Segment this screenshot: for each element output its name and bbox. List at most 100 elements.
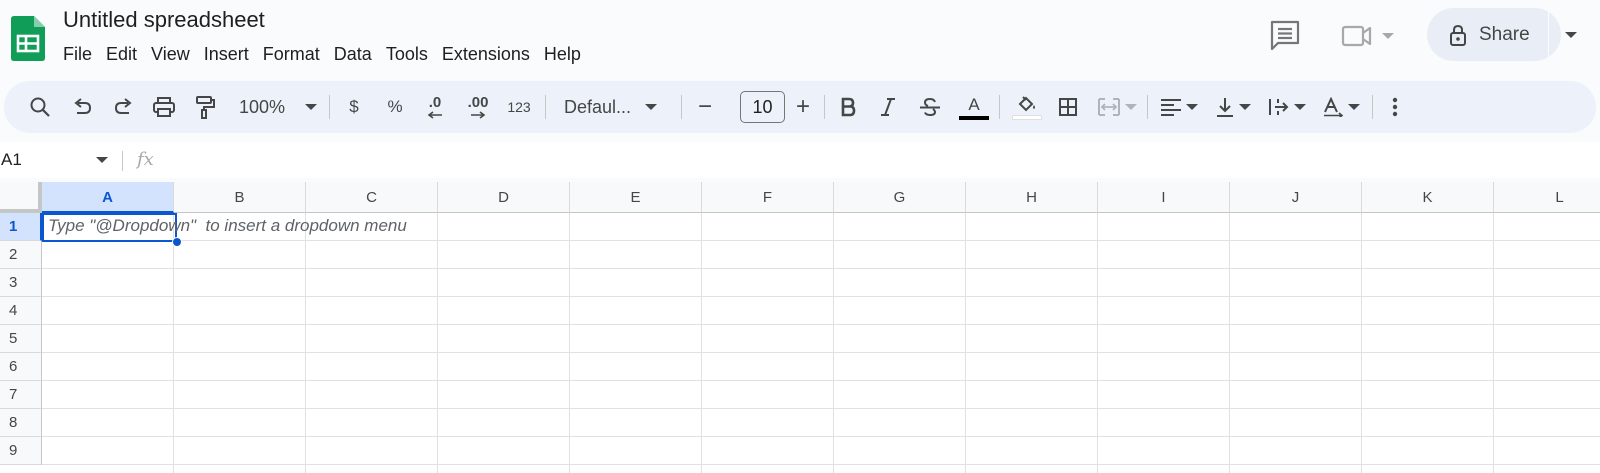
column-gridline <box>1097 213 1098 473</box>
toolbar-divider <box>1147 95 1148 119</box>
comment-icon <box>1270 20 1300 51</box>
print-button[interactable] <box>150 81 178 133</box>
document-title[interactable]: Untitled spreadsheet <box>63 7 265 33</box>
redo-button[interactable] <box>110 81 138 133</box>
row-header-2[interactable]: 2 <box>0 241 42 269</box>
strikethrough-button[interactable] <box>916 81 944 133</box>
comment-history-button[interactable] <box>1268 18 1302 52</box>
column-header-b[interactable]: B <box>174 182 306 213</box>
paint-format-icon <box>196 96 215 119</box>
bold-icon <box>841 97 856 117</box>
merge-cells-button[interactable] <box>1094 81 1140 133</box>
strikethrough-icon <box>920 97 940 117</box>
format-percent-button[interactable]: % <box>382 81 408 133</box>
text-rotation-button[interactable] <box>1318 81 1364 133</box>
menu-insert[interactable]: Insert <box>197 42 256 68</box>
vertical-align-button[interactable] <box>1210 81 1256 133</box>
menu-help[interactable]: Help <box>537 42 588 68</box>
share-button[interactable]: Share <box>1427 8 1577 61</box>
zoom-select[interactable]: 100% <box>232 81 324 133</box>
share-main-button[interactable]: Share <box>1427 8 1549 61</box>
row-header-3[interactable]: 3 <box>0 269 42 297</box>
text-rotation-icon <box>1324 97 1344 117</box>
more-options-button[interactable] <box>1382 81 1408 133</box>
row-gridline <box>42 296 1600 297</box>
text-wrapping-button[interactable] <box>1264 81 1310 133</box>
column-gridline <box>965 213 966 473</box>
column-header-h[interactable]: H <box>966 182 1098 213</box>
chevron-down-icon <box>1125 103 1137 110</box>
more-formats-button[interactable]: 123 <box>504 81 534 133</box>
paint-format-button[interactable] <box>191 81 219 133</box>
row-header-8[interactable]: 8 <box>0 409 42 437</box>
font-family-select[interactable]: Defaul... <box>556 81 668 133</box>
column-header-d[interactable]: D <box>438 182 570 213</box>
align-bottom-icon <box>1217 98 1233 117</box>
row-gridline <box>42 324 1600 325</box>
fill-color-icon <box>1018 95 1035 111</box>
more-formats-label: 123 <box>507 99 531 115</box>
redo-icon <box>114 98 132 114</box>
row-header-5[interactable]: 5 <box>0 325 42 353</box>
column-header-g[interactable]: G <box>834 182 966 213</box>
horizontal-align-button[interactable] <box>1156 81 1202 133</box>
more-vertical-icon <box>1392 97 1398 117</box>
menu-bar: File Edit View Insert Format Data Tools … <box>56 42 588 68</box>
text-wrap-overflow-icon <box>1269 99 1289 115</box>
font-size-input[interactable]: 10 <box>740 91 785 123</box>
increase-decimal-button[interactable]: .00 <box>462 81 494 133</box>
row-header-7[interactable]: 7 <box>0 381 42 409</box>
share-options-button[interactable] <box>1551 8 1591 61</box>
column-header-e[interactable]: E <box>570 182 702 213</box>
row-header-9[interactable]: 9 <box>0 437 42 465</box>
align-left-icon <box>1161 99 1181 116</box>
formula-input[interactable] <box>170 142 1570 178</box>
merge-cells-icon <box>1098 98 1120 116</box>
borders-button[interactable] <box>1054 81 1082 133</box>
italic-button[interactable] <box>874 81 902 133</box>
undo-button[interactable] <box>68 81 96 133</box>
menu-tools[interactable]: Tools <box>379 42 435 68</box>
italic-icon <box>881 98 895 116</box>
search-menus-button[interactable] <box>26 81 54 133</box>
column-header-k[interactable]: K <box>1362 182 1494 213</box>
menu-file[interactable]: File <box>56 42 99 68</box>
row-gridline <box>42 408 1600 409</box>
column-header-f[interactable]: F <box>702 182 834 213</box>
format-currency-button[interactable]: $ <box>342 81 366 133</box>
row-header-1[interactable]: 1 <box>0 213 42 241</box>
decrease-font-size-button[interactable]: − <box>690 81 720 133</box>
menu-view[interactable]: View <box>144 42 197 68</box>
column-gridline <box>437 213 438 473</box>
menu-data[interactable]: Data <box>327 42 379 68</box>
fill-color-button[interactable] <box>1010 81 1044 133</box>
arrow-right-icon <box>471 111 486 119</box>
fill-handle[interactable] <box>172 237 182 247</box>
borders-icon <box>1059 98 1077 116</box>
menu-extensions[interactable]: Extensions <box>435 42 537 68</box>
menu-edit[interactable]: Edit <box>99 42 144 68</box>
bold-button[interactable] <box>834 81 862 133</box>
row-header-4[interactable]: 4 <box>0 297 42 325</box>
toolbar-divider <box>824 95 825 119</box>
print-icon <box>153 97 175 117</box>
decrease-decimal-button[interactable]: .0 <box>420 81 450 133</box>
chevron-down-icon[interactable] <box>96 157 108 164</box>
column-header-a[interactable]: A <box>42 182 174 213</box>
select-all-corner[interactable] <box>0 182 42 213</box>
menu-format[interactable]: Format <box>256 42 327 68</box>
formula-bar: A1 fx <box>0 142 1600 178</box>
toolbar-divider <box>329 95 330 119</box>
spreadsheet-grid[interactable]: ABCDEFGHIJKL 123456789 Type "@Dropdown" … <box>0 182 1600 473</box>
column-header-l[interactable]: L <box>1494 182 1600 213</box>
row-header-6[interactable]: 6 <box>0 353 42 381</box>
column-header-c[interactable]: C <box>306 182 438 213</box>
column-header-j[interactable]: J <box>1230 182 1362 213</box>
increase-font-size-button[interactable]: + <box>788 81 818 133</box>
text-color-button[interactable]: A <box>957 81 991 133</box>
column-header-i[interactable]: I <box>1098 182 1230 213</box>
sheets-logo-icon[interactable] <box>11 16 45 61</box>
chevron-down-icon <box>1186 103 1198 110</box>
share-divider <box>1548 8 1549 61</box>
meet-button[interactable] <box>1340 20 1410 52</box>
